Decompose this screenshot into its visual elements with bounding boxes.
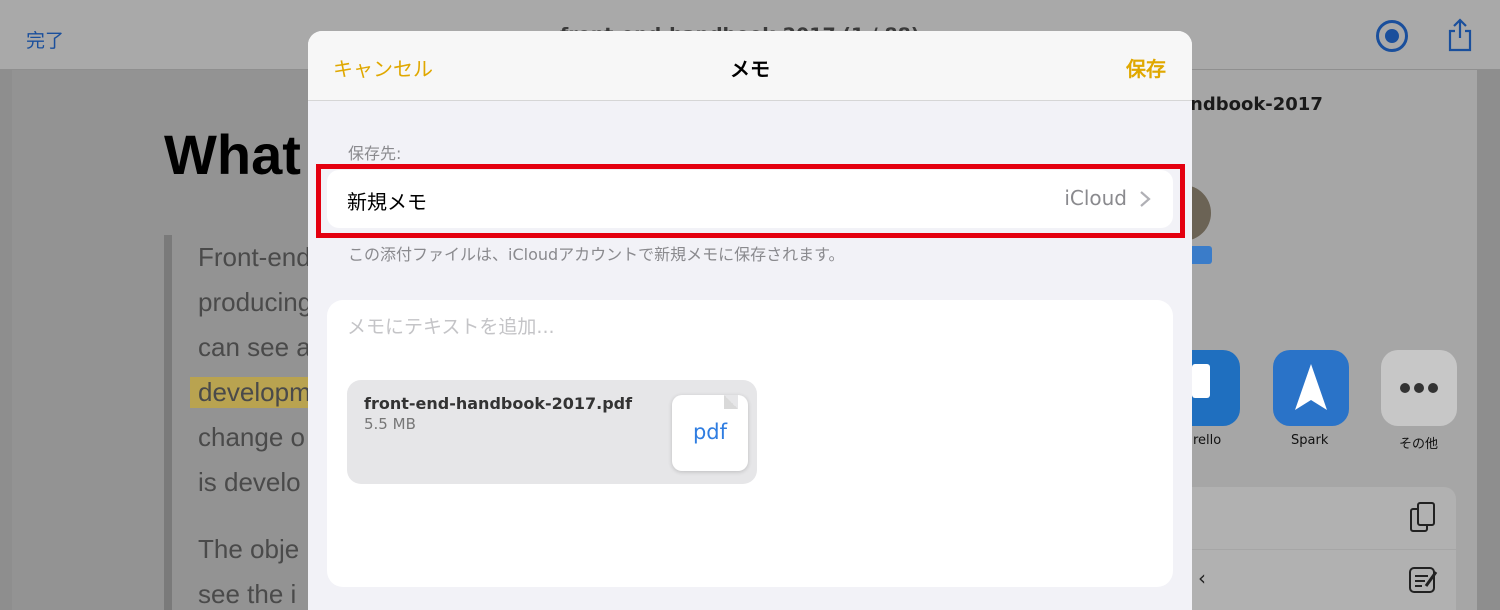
- pdf-file-icon: pdf: [672, 395, 748, 471]
- pdf-type-label: pdf: [692, 420, 728, 444]
- save-button[interactable]: 保存: [1126, 53, 1166, 82]
- highlighted-line: developm: [190, 377, 311, 408]
- more-app-icon[interactable]: [1381, 350, 1457, 426]
- document-heading: What: [164, 123, 301, 186]
- document-line: producing: [198, 287, 313, 317]
- note-edit-icon: [1409, 567, 1438, 593]
- document-line: Front-end: [198, 242, 311, 272]
- attachment-size: 5.5 MB: [364, 415, 416, 433]
- destination-note: この添付ファイルは、iCloudアカウントで新規メモに保存されます。: [348, 245, 845, 264]
- share-sheet-title: ndbook-2017: [1190, 94, 1323, 115]
- page-fold-icon: [724, 395, 738, 409]
- document-line: see the i: [198, 579, 297, 609]
- document-line: The obje: [198, 534, 300, 564]
- chevron-left-icon: ‹: [1198, 566, 1206, 590]
- markup-icon[interactable]: [1376, 20, 1408, 52]
- copy-icon: [1410, 502, 1435, 532]
- dialog-header: キャンセル メモ 保存: [308, 31, 1192, 101]
- notes-save-dialog: キャンセル メモ 保存 保存先: 新規メモ iCloud この添付ファイルは、i…: [308, 31, 1192, 610]
- more-app-label: その他: [1399, 437, 1439, 452]
- spark-app-icon[interactable]: [1273, 350, 1349, 426]
- note-content-card[interactable]: メモにテキストを追加... front-end-handbook-2017.pd…: [327, 300, 1173, 587]
- notes-action-row[interactable]: ‹: [1180, 550, 1456, 610]
- copy-action-row[interactable]: [1180, 487, 1456, 549]
- attachment-filename: front-end-handbook-2017.pdf: [364, 394, 633, 413]
- spark-app-label: Spark: [1291, 433, 1329, 448]
- done-button[interactable]: 完了: [26, 26, 64, 53]
- highlight-box: [316, 164, 1185, 238]
- note-text-input[interactable]: メモにテキストを追加...: [347, 312, 555, 339]
- document-line: change o: [198, 422, 305, 452]
- share-icon[interactable]: [1447, 18, 1473, 52]
- dialog-title: メモ: [730, 57, 770, 81]
- attachment-card[interactable]: front-end-handbook-2017.pdf 5.5 MB pdf: [347, 380, 757, 484]
- quote-bar: [164, 235, 172, 610]
- document-line: can see a: [198, 332, 311, 362]
- document-line: is develo: [198, 467, 301, 497]
- save-destination-label: 保存先:: [348, 144, 402, 163]
- trello-app-label: rello: [1193, 433, 1222, 448]
